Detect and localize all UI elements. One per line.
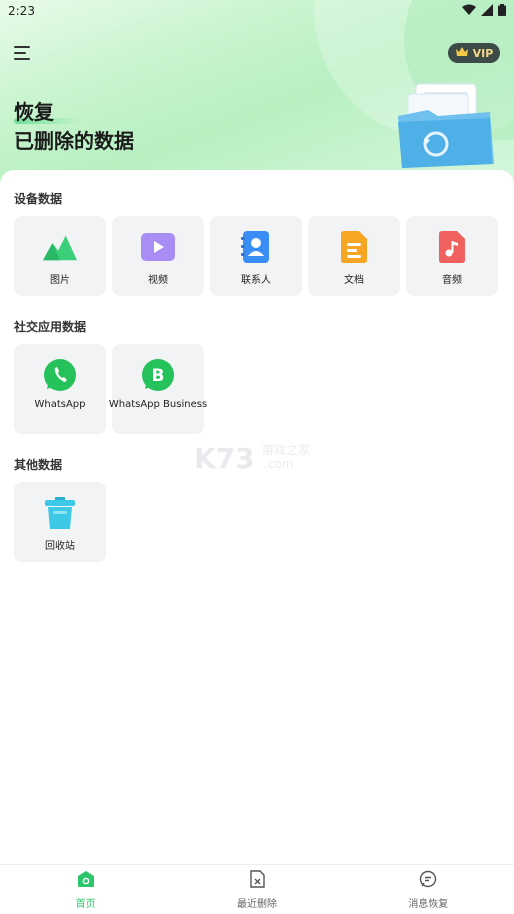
nav-home[interactable]: 首页 — [0, 865, 171, 914]
nav-recent-deleted-label: 最近删除 — [236, 898, 277, 910]
folder-recovery-illustration — [394, 82, 498, 170]
whatsapp-business-icon: B — [141, 358, 175, 392]
video-icon — [141, 230, 175, 264]
vip-button[interactable]: VIP — [448, 43, 500, 63]
tile-whatsapp[interactable]: WhatsApp — [14, 344, 106, 434]
tile-videos-label: 视频 — [148, 275, 168, 286]
signal-icon — [481, 3, 493, 19]
section-title-device: 设备数据 — [14, 192, 63, 206]
tile-images-label: 图片 — [50, 275, 70, 286]
document-icon — [337, 230, 371, 264]
page-title-line1: 恢复 — [14, 100, 54, 124]
crown-icon — [455, 46, 469, 60]
section-title-social: 社交应用数据 — [14, 320, 87, 334]
section-title-other: 其他数据 — [14, 458, 63, 472]
tile-whatsapp-business[interactable]: B WhatsApp Business — [108, 344, 208, 434]
whatsapp-icon — [43, 358, 77, 392]
tile-documents[interactable]: 文档 — [308, 216, 400, 296]
image-icon — [43, 230, 77, 264]
watermark-domain: .com — [264, 457, 293, 471]
status-bar: 2:23 — [0, 0, 514, 22]
watermark-logo: K73 游戏之家 .com — [194, 440, 324, 475]
nav-recent-deleted[interactable]: 最近删除 — [171, 865, 342, 914]
watermark-brand: K73 — [194, 442, 255, 474]
wifi-icon — [462, 4, 476, 19]
menu-icon[interactable] — [14, 44, 32, 62]
tile-images[interactable]: 图片 — [14, 216, 106, 296]
home-icon — [77, 870, 95, 892]
svg-text:B: B — [152, 366, 165, 386]
tile-recycle-bin-label: 回收站 — [45, 541, 75, 552]
recent-deleted-icon — [248, 869, 266, 892]
tile-audio-label: 音频 — [442, 275, 462, 286]
nav-home-label: 首页 — [75, 898, 96, 910]
tile-whatsapp-business-label: WhatsApp Business — [108, 399, 208, 410]
tile-videos[interactable]: 视频 — [112, 216, 204, 296]
battery-icon — [498, 3, 506, 19]
vip-label: VIP — [472, 46, 494, 60]
contact-icon — [239, 230, 273, 264]
watermark-cn: 游戏之家 — [262, 442, 310, 457]
tile-recycle-bin[interactable]: 回收站 — [14, 482, 106, 562]
tile-contacts[interactable]: 联系人 — [210, 216, 302, 296]
tile-contacts-label: 联系人 — [241, 275, 271, 286]
page-title-line2: 已删除的数据 — [14, 129, 134, 153]
nav-message-recovery[interactable]: 消息恢复 — [343, 865, 514, 914]
recycle-bin-icon — [43, 496, 77, 530]
audio-icon — [435, 230, 469, 264]
bottom-navigation: 首页 最近删除 消息恢复 — [0, 864, 514, 914]
tile-documents-label: 文档 — [344, 275, 364, 286]
message-recovery-icon — [419, 870, 437, 892]
tile-whatsapp-label: WhatsApp — [34, 399, 86, 410]
status-time: 2:23 — [8, 4, 35, 18]
tile-audio[interactable]: 音频 — [406, 216, 498, 296]
nav-message-recovery-label: 消息恢复 — [408, 898, 449, 910]
